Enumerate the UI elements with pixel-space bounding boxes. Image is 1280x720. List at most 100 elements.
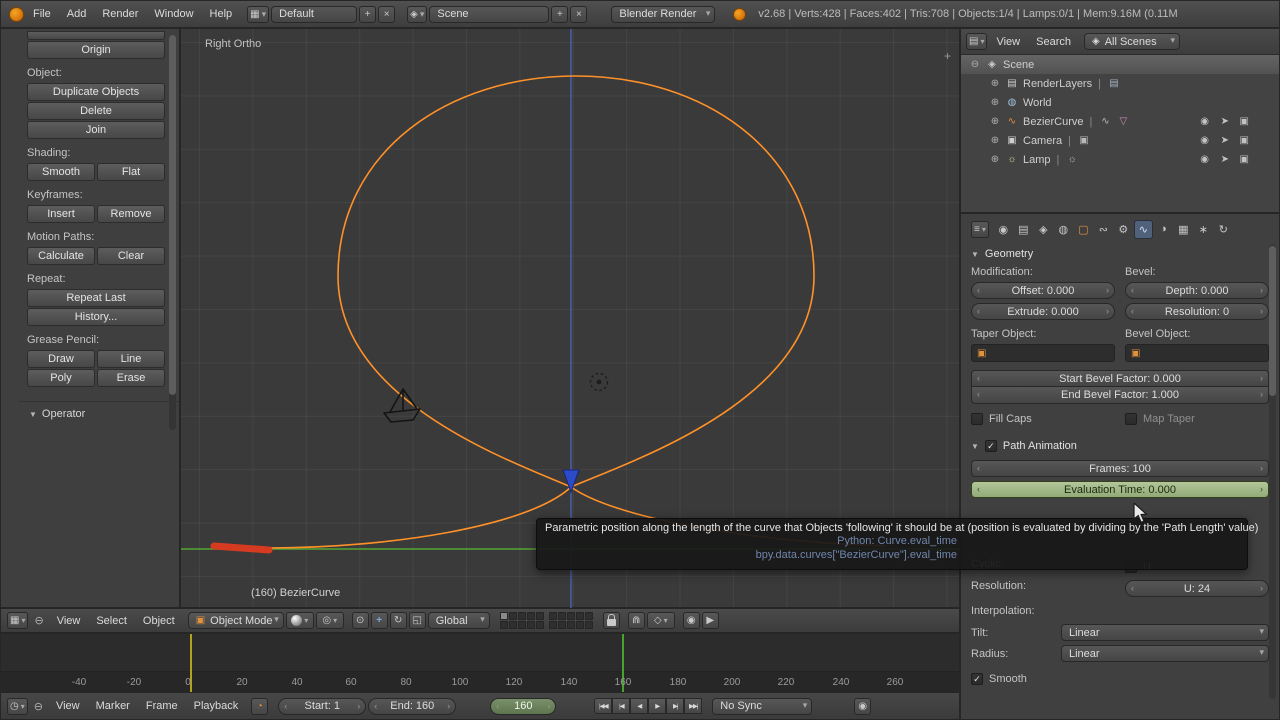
decrement-arrow-icon[interactable]: ‹ <box>284 701 287 711</box>
expand-toggle-icon[interactable]: ⊕ <box>989 97 1001 108</box>
expand-toggle-icon[interactable]: ⊕ <box>989 154 1001 165</box>
gp-draw-button[interactable]: Draw <box>27 350 95 368</box>
outliner-row-camera[interactable]: ⊕ ▣ Camera | ▣ ◉ ➤ ▣ <box>961 131 1279 150</box>
layer-cell[interactable] <box>557 621 566 629</box>
add-scene-button[interactable]: + <box>551 5 569 23</box>
select-menu[interactable]: Select <box>89 615 134 627</box>
outliner-row-renderlayers[interactable]: ⊕ ▤ RenderLayers | ▤ <box>961 74 1279 93</box>
radius-interpolation-select[interactable]: Linear ▾ <box>1061 645 1269 662</box>
auto-keyframe-record-button[interactable]: ◉ <box>854 697 872 715</box>
play-button[interactable]: ▶ <box>648 698 667 714</box>
rotate-manipulator-button[interactable]: ↻ <box>389 612 407 629</box>
opengl-render-image-button[interactable]: ◉ <box>682 612 700 629</box>
timeline-frame-menu[interactable]: Frame <box>139 700 185 712</box>
delete-button[interactable]: Delete <box>27 102 165 120</box>
renderability-camera-icon[interactable]: ▣ <box>1240 154 1249 165</box>
layer-cell[interactable] <box>566 612 575 620</box>
paper-boat-object[interactable] <box>383 388 421 423</box>
evaluation-time-slider[interactable]: ‹ Evaluation Time: 0.000 › <box>971 481 1269 498</box>
menu-help[interactable]: Help <box>203 8 240 20</box>
start-frame-field[interactable]: ‹ Start: 1 › <box>278 697 367 715</box>
jump-to-start-button[interactable]: |◀◀ <box>594 698 613 714</box>
menu-render[interactable]: Render <box>95 8 145 20</box>
increment-arrow-icon[interactable]: › <box>547 701 550 711</box>
start-bevel-factor-slider[interactable]: ‹ Start Bevel Factor: 0.000 › <box>971 370 1269 387</box>
decrement-arrow-icon[interactable]: ‹ <box>977 285 980 295</box>
current-frame-field[interactable]: ‹ 160 › <box>490 697 557 715</box>
decrement-arrow-icon[interactable]: ‹ <box>1131 583 1134 593</box>
bevel-resolution-field[interactable]: ‹ Resolution: 0 › <box>1125 303 1269 320</box>
blender-logo[interactable] <box>9 6 24 22</box>
layer-cell[interactable] <box>526 621 535 629</box>
path-animation-checkbox[interactable]: ✓ <box>984 440 997 452</box>
decrement-arrow-icon[interactable]: ‹ <box>977 306 980 316</box>
resolution-u-field[interactable]: ‹ U: 24 › <box>1125 580 1269 597</box>
layer-cell[interactable] <box>584 621 593 629</box>
end-bevel-factor-slider[interactable]: ‹ End Bevel Factor: 1.000 › <box>971 387 1269 404</box>
play-reverse-button[interactable]: ◀ <box>630 698 649 714</box>
layer-cell[interactable] <box>535 621 544 629</box>
object-menu[interactable]: Object <box>136 615 182 627</box>
layer-cell[interactable] <box>517 612 526 620</box>
insert-keyframe-button[interactable]: Insert <box>27 205 95 223</box>
jump-prev-keyframe-button[interactable]: |◀ <box>612 698 631 714</box>
curve-direction-arrow[interactable] <box>562 469 580 494</box>
editor-type-button[interactable]: ▦ ▾ <box>7 612 29 629</box>
tab-scene[interactable]: ◈ <box>1034 220 1053 239</box>
decrement-arrow-icon[interactable]: ‹ <box>1131 285 1134 295</box>
snap-element-select[interactable]: ◇ ▾ <box>646 612 675 629</box>
menu-window[interactable]: Window <box>147 8 200 20</box>
increment-arrow-icon[interactable]: › <box>1260 389 1263 399</box>
layer-cell[interactable] <box>517 621 526 629</box>
decrement-arrow-icon[interactable]: ‹ <box>1131 306 1134 316</box>
screen-layout-browse-button[interactable]: ▦ ▾ <box>247 5 270 23</box>
increment-arrow-icon[interactable]: › <box>1106 285 1109 295</box>
increment-arrow-icon[interactable]: › <box>1106 306 1109 316</box>
decrement-arrow-icon[interactable]: ‹ <box>977 463 980 473</box>
toolshelf-scrollbar[interactable] <box>169 35 176 430</box>
manipulator-toggle-button[interactable]: ⊙ <box>351 612 369 629</box>
timeline-strip[interactable]: -40 -20 0 20 40 60 80 100 120 140 160 18… <box>0 633 960 693</box>
calculate-paths-button[interactable]: Calculate <box>27 247 95 265</box>
transform-orientation-select[interactable]: Global ▾ <box>427 612 490 629</box>
sync-mode-select[interactable]: No Sync ▾ <box>712 697 813 715</box>
editor-type-button[interactable]: ◷ ▾ <box>7 697 28 715</box>
layer-cell[interactable] <box>508 612 517 620</box>
tab-constraints[interactable]: ∾ <box>1094 220 1113 239</box>
decrement-arrow-icon[interactable]: ‹ <box>977 484 980 494</box>
increment-arrow-icon[interactable]: › <box>1260 306 1263 316</box>
gp-poly-button[interactable]: Poly <box>27 369 95 387</box>
increment-arrow-icon[interactable]: › <box>1260 463 1263 473</box>
renderability-camera-icon[interactable]: ▣ <box>1240 135 1249 146</box>
fill-caps-checkbox[interactable]: ✓ Fill Caps <box>971 410 1115 428</box>
checkbox-box[interactable]: ✓ <box>971 673 983 685</box>
header-collapse-icon[interactable]: ⊖ <box>30 700 47 713</box>
editor-type-button[interactable]: ≡ ▾ <box>971 220 989 238</box>
extrude-field[interactable]: ‹ Extrude: 0.000 › <box>971 303 1115 320</box>
screen-layout-selector[interactable]: Default <box>271 5 358 23</box>
tab-material[interactable]: ◑ <box>1154 220 1173 239</box>
scale-manipulator-button[interactable]: ◱ <box>408 612 426 629</box>
editor-type-button[interactable]: ▤ ▾ <box>966 33 988 50</box>
increment-arrow-icon[interactable]: › <box>1260 484 1263 494</box>
tilt-interpolation-select[interactable]: Linear ▾ <box>1061 624 1269 641</box>
join-button[interactable]: Join <box>27 121 165 139</box>
increment-arrow-icon[interactable]: › <box>1260 583 1263 593</box>
decrement-arrow-icon[interactable]: ‹ <box>374 701 377 711</box>
layer-cell[interactable] <box>535 612 544 620</box>
tab-particles[interactable]: ∗ <box>1194 220 1213 239</box>
bevel-depth-field[interactable]: ‹ Depth: 0.000 › <box>1125 282 1269 299</box>
outliner-display-filter-select[interactable]: ◈ All Scenes ▾ <box>1083 33 1180 50</box>
layer-cell[interactable] <box>557 612 566 620</box>
smooth-checkbox[interactable]: ✓ Smooth <box>971 670 1269 688</box>
mode-select[interactable]: ▣ Object Mode ▾ <box>187 612 284 629</box>
view-menu[interactable]: View <box>50 615 88 627</box>
properties-scrollbar[interactable] <box>1269 244 1276 699</box>
origin-button[interactable]: Origin <box>27 41 165 59</box>
layer-cell[interactable] <box>575 621 584 629</box>
expand-toggle-icon[interactable]: ⊕ <box>989 116 1001 127</box>
flat-shading-button[interactable]: Flat <box>97 163 165 181</box>
layer-cell[interactable] <box>499 612 508 620</box>
decrement-arrow-icon[interactable]: ‹ <box>977 373 980 383</box>
render-engine-select[interactable]: Blender Render ▾ <box>611 5 716 23</box>
